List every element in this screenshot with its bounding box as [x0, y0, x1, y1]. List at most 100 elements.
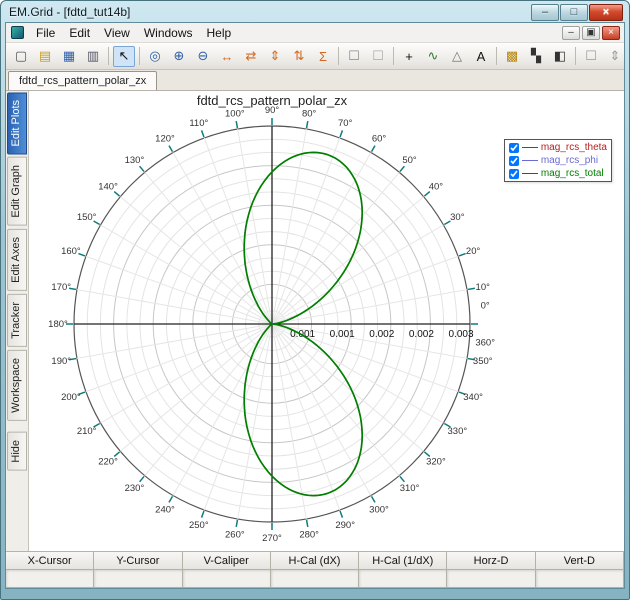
legend-row-mag_rcs_theta: mag_rcs_theta	[507, 141, 609, 154]
angle-tick	[370, 145, 376, 153]
fit-width-icon[interactable]: ↔	[216, 46, 238, 67]
angle-tick	[399, 475, 405, 483]
angle-label: 180°	[48, 319, 68, 330]
legend-row-mag_rcs_phi: mag_rcs_phi	[507, 154, 609, 167]
sidebar-tab-edit-axes[interactable]: Edit Axes	[7, 229, 27, 291]
content-area: Edit Plots Edit Graph Edit Axes Tracker Work…	[6, 91, 624, 551]
angle-label: 130°	[125, 155, 145, 166]
cursor-table-header: H-Cal (1/dX)	[359, 552, 448, 570]
minimize-button[interactable]: –	[531, 3, 559, 21]
zoom-out-icon[interactable]: ⊖	[192, 46, 214, 67]
angle-tick	[235, 519, 239, 528]
angle-tick	[399, 165, 405, 173]
sidebar-tab-edit-graph[interactable]: Edit Graph	[7, 157, 27, 227]
sidebar-tab-edit-plots[interactable]: Edit Plots	[7, 92, 27, 155]
toolbar-separator	[575, 47, 576, 65]
angle-label: 100°	[225, 108, 245, 119]
cursor-table-value	[6, 570, 95, 588]
angle-tick	[200, 130, 205, 138]
save-icon[interactable]: ▦	[58, 46, 80, 67]
pan-horizontal-icon[interactable]: ⇄	[240, 46, 262, 67]
triangle-tool-icon[interactable]: △	[446, 46, 468, 67]
mdi-restore-button[interactable]: ▣	[582, 25, 600, 40]
legend-checkbox-mag_rcs_total[interactable]	[508, 168, 519, 179]
menu-windows[interactable]: Windows	[137, 24, 200, 42]
mdi-minimize-button[interactable]: –	[562, 25, 580, 40]
gradient-icon[interactable]: ◧	[549, 46, 571, 67]
radial-tick-label: 0.002	[409, 329, 434, 340]
menu-edit[interactable]: Edit	[62, 24, 97, 42]
print-icon[interactable]: ▥	[82, 46, 104, 67]
angle-label: 200°	[61, 392, 81, 403]
angle-label: 240°	[155, 504, 175, 515]
zoom-in-icon[interactable]: ⊕	[168, 46, 190, 67]
angle-tick	[339, 130, 344, 138]
angle-tick	[467, 287, 476, 291]
angle-tick	[168, 145, 174, 153]
window-title: EM.Grid - [fdtd_tut14b]	[9, 5, 131, 19]
legend-checkbox-mag_rcs_theta[interactable]	[508, 142, 519, 153]
document-system-icon[interactable]	[11, 26, 24, 39]
angle-tick	[458, 252, 466, 257]
legend-label: mag_rcs_theta	[540, 142, 607, 153]
menu-items: File Edit View Windows Help	[29, 24, 238, 42]
toolbar-separator	[139, 47, 140, 65]
app-body: File Edit View Windows Help – ▣ × ▢ ▤ ▦ ▥ ↖ ◎ ⊕ ⊖ ↔ ⇄…	[5, 22, 625, 589]
frame-box-icon[interactable]: ☐	[367, 46, 389, 67]
cursor-table-value-row	[6, 570, 624, 588]
zoom-icon[interactable]: ◎	[144, 46, 166, 67]
menu-file[interactable]: File	[29, 24, 62, 42]
angle-label: 350°	[473, 356, 493, 367]
angle-label: 60°	[372, 134, 387, 145]
radial-tick-label: 0.002	[369, 329, 394, 340]
angle-label: 150°	[77, 212, 97, 223]
mdi-close-button[interactable]: ×	[602, 25, 620, 40]
toolbar-separator	[393, 47, 394, 65]
palette-icon[interactable]: ▩	[501, 46, 523, 67]
cursor-table-header: V-Caliper	[182, 552, 271, 570]
angle-label: 300°	[369, 504, 389, 515]
toolbar-items: ▢▤▦▥↖◎⊕⊖↔⇄⇕⇅Σ☐☐+∿△A▩▚◧☐⇕⟷	[9, 45, 630, 67]
app-window: EM.Grid - [fdtd_tut14b] – □ × File Edit Vi…	[0, 0, 630, 600]
stepper-tool-icon[interactable]: ⇕	[604, 46, 626, 67]
maximize-button[interactable]: □	[560, 3, 588, 21]
add-marker-icon[interactable]: +	[398, 46, 420, 67]
angle-label: 70°	[338, 118, 353, 129]
angle-label: 160°	[61, 246, 81, 257]
menu-bar: File Edit View Windows Help – ▣ ×	[6, 23, 624, 43]
autoscale-icon[interactable]: Σ	[312, 46, 334, 67]
open-file-icon[interactable]: ▤	[34, 46, 56, 67]
sidebar-tab-workspace[interactable]: Workspace	[7, 349, 27, 421]
curve-tool-icon[interactable]: ∿	[422, 46, 444, 67]
text-tool-icon[interactable]: A	[470, 46, 492, 67]
legend-checkbox-mag_rcs_phi[interactable]	[508, 155, 519, 166]
sidebar-tab-hide[interactable]: Hide	[7, 431, 27, 471]
legend-line-sample	[521, 160, 538, 161]
angle-label: 250°	[189, 520, 209, 531]
new-file-icon[interactable]: ▢	[10, 46, 32, 67]
angle-label: 140°	[98, 181, 118, 192]
angle-tick	[370, 495, 376, 503]
angle-label: 0°	[481, 300, 490, 311]
pan-vertical-icon[interactable]: ⇅	[288, 46, 310, 67]
grid-box-icon[interactable]: ☐	[343, 46, 365, 67]
angle-label: 280°	[299, 530, 319, 541]
cursor-table-value	[447, 570, 536, 588]
angle-label: 310°	[400, 483, 420, 494]
sidebar-tab-tracker[interactable]: Tracker	[7, 293, 27, 347]
contour-icon[interactable]: ▚	[525, 46, 547, 67]
pointer-tool-icon[interactable]: ↖	[113, 45, 135, 67]
angle-label: 210°	[77, 426, 97, 437]
cursor-table-value	[359, 570, 448, 588]
checkbox-tool-icon[interactable]: ☐	[580, 46, 602, 67]
fit-height-icon[interactable]: ⇕	[264, 46, 286, 67]
close-button[interactable]: ×	[589, 3, 623, 21]
menu-help[interactable]: Help	[200, 24, 239, 42]
angle-tick	[235, 120, 239, 129]
angle-label: 330°	[448, 426, 468, 437]
toolbar: ▢▤▦▥↖◎⊕⊖↔⇄⇕⇅Σ☐☐+∿△A▩▚◧☐⇕⟷ ≣ Layou	[6, 43, 624, 70]
toolbar-separator	[338, 47, 339, 65]
tab-fdtd-rcs-pattern-polar-zx[interactable]: fdtd_rcs_pattern_polar_zx	[8, 71, 158, 90]
menu-view[interactable]: View	[97, 24, 137, 42]
angle-label: 10°	[476, 282, 491, 293]
